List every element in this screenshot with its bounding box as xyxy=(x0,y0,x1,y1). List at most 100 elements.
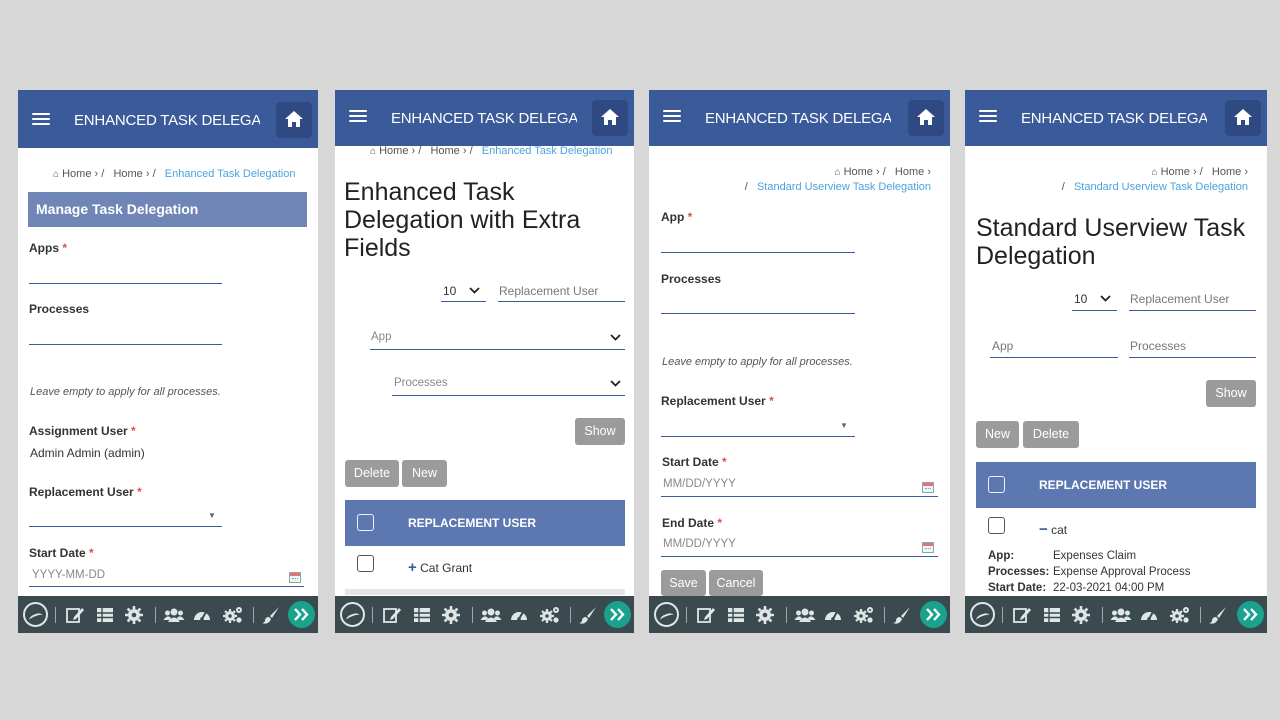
home-small-icon: ⌂ xyxy=(53,169,60,180)
replacement-user-select[interactable] xyxy=(29,510,222,527)
gear-icon[interactable] xyxy=(441,605,461,625)
gear-icon[interactable] xyxy=(755,605,775,625)
table-row[interactable]: − cat xyxy=(1039,521,1067,538)
users-icon[interactable] xyxy=(480,605,502,625)
row-checkbox[interactable] xyxy=(988,517,1005,534)
hamburger-menu-icon[interactable] xyxy=(349,107,367,127)
home-button[interactable] xyxy=(276,102,312,138)
double-chevron-right-icon[interactable] xyxy=(604,601,631,628)
toolbar-separator xyxy=(372,607,373,623)
breadcrumb-current[interactable]: Enhanced Task Delegation xyxy=(165,168,296,180)
cogs-icon[interactable] xyxy=(853,605,873,625)
apps-field[interactable] xyxy=(29,268,222,284)
row-checkbox[interactable] xyxy=(357,555,374,572)
edit-icon[interactable] xyxy=(1012,605,1032,625)
cogs-icon[interactable] xyxy=(539,605,559,625)
users-icon[interactable] xyxy=(1110,605,1132,625)
brush-icon[interactable] xyxy=(1208,605,1228,625)
screen-standard-delegation-form: ENHANCED TASK DELEGATI ⌂ Home › / Home ›… xyxy=(649,90,950,633)
brush-icon[interactable] xyxy=(892,605,912,625)
breadcrumb-item[interactable]: Home xyxy=(113,168,142,180)
cogs-icon[interactable] xyxy=(1169,605,1189,625)
toolbar-separator xyxy=(253,607,254,623)
brush-icon[interactable] xyxy=(261,605,281,625)
double-chevron-right-icon[interactable] xyxy=(1237,601,1264,628)
new-button[interactable]: New xyxy=(402,460,447,487)
app-title: ENHANCED TASK DELEGATI xyxy=(1021,110,1207,127)
dashboard-icon[interactable] xyxy=(1139,605,1159,625)
logo-icon[interactable] xyxy=(970,602,995,627)
list-icon[interactable] xyxy=(412,605,432,625)
processes-field[interactable] xyxy=(661,297,855,314)
delete-button[interactable]: Delete xyxy=(345,460,399,487)
edit-icon[interactable] xyxy=(696,605,716,625)
logo-icon[interactable] xyxy=(340,602,365,627)
home-button[interactable] xyxy=(592,100,628,136)
breadcrumb-current[interactable]: Standard Userview Task Delegation xyxy=(757,181,931,193)
app-field[interactable] xyxy=(661,236,855,253)
hamburger-menu-icon[interactable] xyxy=(32,110,50,130)
new-button[interactable]: New xyxy=(976,421,1019,448)
breadcrumb-current[interactable]: Standard Userview Task Delegation xyxy=(1074,181,1248,193)
select-all-checkbox[interactable] xyxy=(988,476,1005,493)
edit-icon[interactable] xyxy=(65,605,85,625)
replacement-user-select[interactable] xyxy=(661,419,855,437)
users-icon[interactable] xyxy=(794,605,816,625)
toolbar-separator xyxy=(1102,607,1103,623)
hamburger-menu-icon[interactable] xyxy=(979,107,997,127)
calendar-icon[interactable] xyxy=(922,482,934,493)
page-title: Enhanced Task Delegation with Extra Fiel… xyxy=(344,178,581,262)
users-icon[interactable] xyxy=(163,605,185,625)
delete-button[interactable]: Delete xyxy=(1023,421,1079,448)
app-header: ENHANCED TASK DELEGATI xyxy=(335,90,634,146)
breadcrumb-item[interactable]: Home xyxy=(430,145,459,157)
list-icon[interactable] xyxy=(726,605,746,625)
double-chevron-right-icon[interactable] xyxy=(920,601,947,628)
breadcrumb-item[interactable]: Home xyxy=(1212,166,1241,178)
list-icon[interactable] xyxy=(95,605,115,625)
app-filter-select[interactable] xyxy=(370,330,625,350)
expand-plus-icon[interactable]: + xyxy=(408,559,417,576)
home-button[interactable] xyxy=(908,100,944,136)
gear-icon[interactable] xyxy=(1071,605,1091,625)
column-replacement-user[interactable]: REPLACEMENT USER xyxy=(408,516,536,530)
logo-icon[interactable] xyxy=(654,602,679,627)
processes-field[interactable] xyxy=(29,328,222,345)
breadcrumb-current[interactable]: Enhanced Task Delegation xyxy=(482,145,613,157)
brush-icon[interactable] xyxy=(578,605,598,625)
calendar-icon[interactable] xyxy=(289,572,301,583)
processes-hint: Leave empty to apply for all processes. xyxy=(662,356,853,368)
dashboard-icon[interactable] xyxy=(509,605,529,625)
breadcrumb-home[interactable]: Home xyxy=(844,166,873,178)
app-header: ENHANCED TASK DELEGATI xyxy=(18,90,318,148)
breadcrumb-item[interactable]: Home xyxy=(895,166,924,178)
list-icon[interactable] xyxy=(1042,605,1062,625)
cogs-icon[interactable] xyxy=(222,605,242,625)
hamburger-menu-icon[interactable] xyxy=(663,107,681,127)
dashboard-icon[interactable] xyxy=(823,605,843,625)
panel-title: Manage Task Delegation xyxy=(28,192,307,227)
home-button[interactable] xyxy=(1225,100,1261,136)
collapse-minus-icon[interactable]: − xyxy=(1039,521,1048,538)
calendar-icon[interactable] xyxy=(922,542,934,553)
dashboard-icon[interactable] xyxy=(192,605,212,625)
select-all-checkbox[interactable] xyxy=(357,514,374,531)
show-button[interactable]: Show xyxy=(1206,380,1256,407)
processes-label: Processes xyxy=(661,272,722,286)
chevron-down-icon xyxy=(610,334,621,341)
double-chevron-right-icon[interactable] xyxy=(288,601,315,628)
table-row[interactable]: + Cat Grant xyxy=(408,559,472,576)
breadcrumb-line2: / Standard Userview Task Delegation xyxy=(1061,181,1248,193)
breadcrumb-home[interactable]: Home xyxy=(1161,166,1190,178)
show-button[interactable]: Show xyxy=(575,418,625,445)
app-title: ENHANCED TASK DELEGATI xyxy=(391,110,577,127)
gear-icon[interactable] xyxy=(124,605,144,625)
end-date-placeholder: MM/DD/YYYY xyxy=(663,538,736,550)
column-replacement-user[interactable]: REPLACEMENT USER xyxy=(1039,478,1167,492)
save-button[interactable]: Save xyxy=(661,570,706,596)
cancel-button[interactable]: Cancel xyxy=(709,570,763,596)
breadcrumb-home[interactable]: Home xyxy=(62,168,91,180)
edit-icon[interactable] xyxy=(382,605,402,625)
logo-icon[interactable] xyxy=(23,602,48,627)
breadcrumb-home[interactable]: Home xyxy=(379,145,408,157)
